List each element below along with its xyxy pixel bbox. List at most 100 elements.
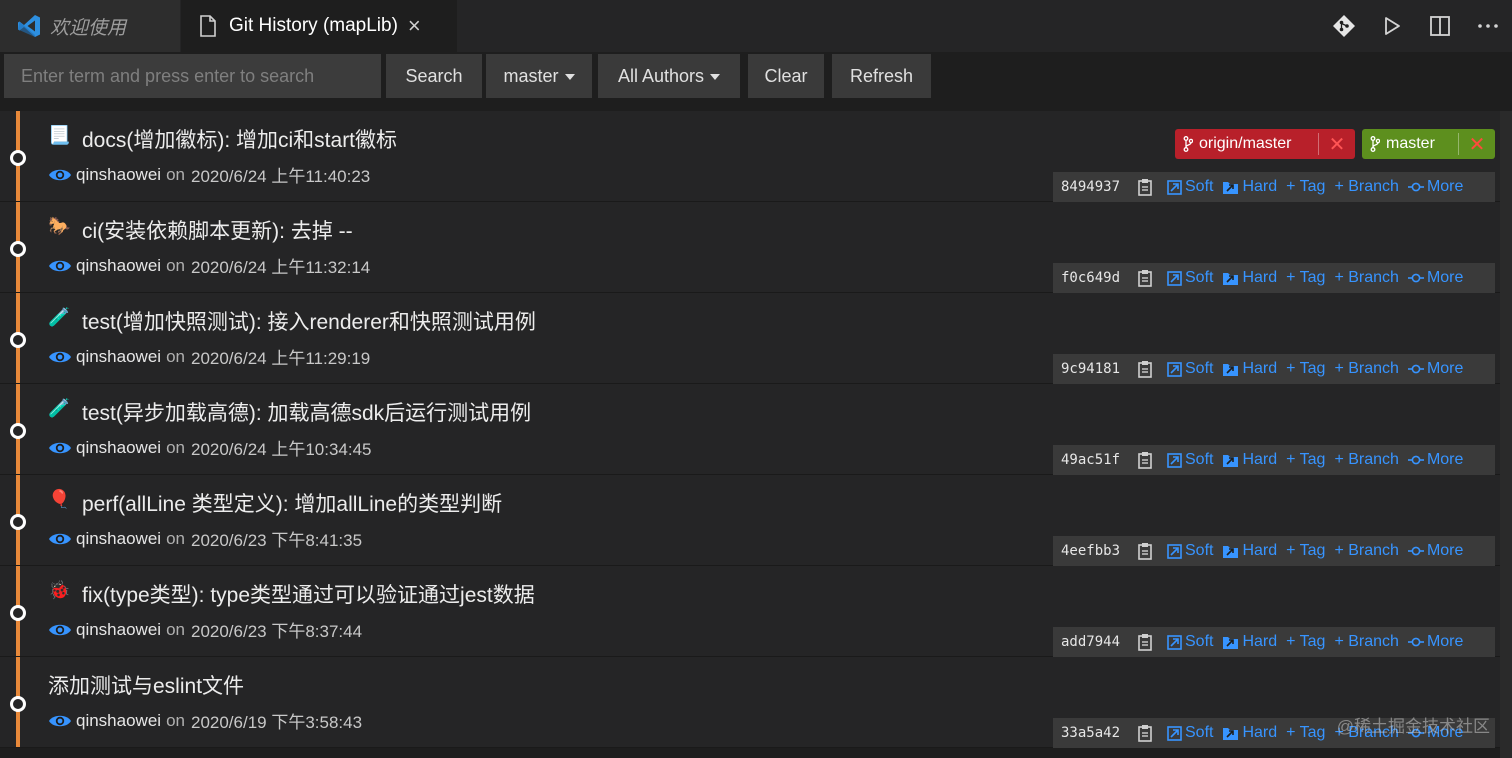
clipboard-icon[interactable] [1137,542,1153,560]
eye-icon[interactable] [48,622,72,638]
branch-dropdown[interactable]: master [486,54,592,98]
soft-reset-button[interactable]: Soft [1167,451,1213,469]
soft-reset-button[interactable]: Soft [1167,178,1213,196]
eye-icon[interactable] [48,440,72,456]
eye-icon[interactable] [48,349,72,365]
eye-icon[interactable] [48,167,72,183]
commit-row[interactable]: 🧪 test(增加快照测试): 接入renderer和快照测试用例 qinsha… [0,293,1500,384]
eye-icon[interactable] [48,258,72,274]
clipboard-icon[interactable] [1137,724,1153,742]
more-button[interactable]: More [1407,269,1463,287]
commit-hash[interactable]: 9c94181 [1061,361,1133,377]
ref-origin-label: origin/master [1199,135,1292,152]
commit-author[interactable]: qinshaowei [76,529,161,549]
ref-badge-origin-master[interactable]: origin/master ✕ [1175,129,1355,159]
tab-welcome[interactable]: 欢迎使用 [0,0,180,52]
hard-reset-button[interactable]: Hard [1222,178,1277,196]
more-button[interactable]: More [1407,178,1463,196]
hard-reset-button[interactable]: Hard [1222,724,1277,742]
ref-badge-master[interactable]: master ✕ [1362,129,1495,159]
commit-title[interactable]: docs(增加徽标): 增加ci和start徽标 [82,124,397,154]
commit-hash[interactable]: f0c649d [1061,270,1133,286]
hard-reset-button[interactable]: Hard [1222,633,1277,651]
soft-reset-button[interactable]: Soft [1167,269,1213,287]
clipboard-icon[interactable] [1137,178,1153,196]
search-input[interactable] [4,54,381,98]
tab-git-history[interactable]: Git History (mapLib) × [181,0,457,52]
hard-reset-button[interactable]: Hard [1222,360,1277,378]
commit-row[interactable]: 🐎 ci(安装依赖脚本更新): 去掉 -- qinshaowei on 2020… [0,202,1500,293]
soft-reset-button[interactable]: Soft [1167,360,1213,378]
more-button[interactable]: More [1407,633,1463,651]
more-button[interactable]: More [1407,360,1463,378]
hard-reset-button[interactable]: Hard [1222,269,1277,287]
split-editor-icon[interactable] [1416,0,1464,52]
authors-dropdown[interactable]: All Authors [598,54,740,98]
watermark: @稀土掘金技术社区 [1336,717,1490,736]
commit-author[interactable]: qinshaowei [76,711,161,731]
commit-row[interactable]: 📃 docs(增加徽标): 增加ci和start徽标 qinshaowei on… [0,111,1500,202]
commit-author[interactable]: qinshaowei [76,256,161,276]
add-tag-button[interactable]: + Tag [1286,269,1325,287]
commit-row[interactable]: 🎈 perf(allLine 类型定义): 增加allLine的类型判断 qin… [0,475,1500,566]
soft-reset-button[interactable]: Soft [1167,724,1213,742]
clipboard-icon[interactable] [1137,269,1153,287]
commit-title[interactable]: fix(type类型): type类型通过可以验证通过jest数据 [82,579,535,609]
clear-button[interactable]: Clear [748,54,824,98]
add-branch-button[interactable]: + Branch [1334,633,1398,651]
add-branch-button[interactable]: + Branch [1334,178,1398,196]
more-button[interactable]: More [1407,451,1463,469]
soft-reset-icon [1167,452,1182,468]
commit-hash[interactable]: add7944 [1061,634,1133,650]
add-tag-button[interactable]: + Tag [1286,360,1325,378]
commit-author[interactable]: qinshaowei [76,620,161,640]
scrollbar[interactable] [1500,111,1512,758]
add-branch-button[interactable]: + Branch [1334,269,1398,287]
close-icon[interactable]: × [408,15,421,37]
commit-hash[interactable]: 8494937 [1061,179,1133,195]
hard-reset-button[interactable]: Hard [1222,542,1277,560]
hard-reset-button[interactable]: Hard [1222,451,1277,469]
commit-hash[interactable]: 33a5a42 [1061,725,1133,741]
commit-author[interactable]: qinshaowei [76,347,161,367]
commit-meta: qinshaowei on 2020/6/24 上午11:32:14 [48,253,370,278]
add-branch-button[interactable]: + Branch [1334,360,1398,378]
on-label: on [166,346,185,366]
clipboard-icon[interactable] [1137,633,1153,651]
eye-icon[interactable] [48,713,72,729]
delete-ref-icon[interactable]: ✕ [1319,132,1355,157]
add-tag-button[interactable]: + Tag [1286,633,1325,651]
commit-title[interactable]: 添加测试与eslint文件 [48,670,244,700]
add-tag-button[interactable]: + Tag [1286,451,1325,469]
commit-author[interactable]: qinshaowei [76,165,161,185]
commit-row[interactable]: 🧪 test(异步加载高德): 加载高德sdk后运行测试用例 qinshaowe… [0,384,1500,475]
soft-reset-button[interactable]: Soft [1167,542,1213,560]
commit-title[interactable]: perf(allLine 类型定义): 增加allLine的类型判断 [82,488,502,518]
eye-icon[interactable] [48,531,72,547]
commit-title[interactable]: test(异步加载高德): 加载高德sdk后运行测试用例 [82,397,531,427]
commit-hash[interactable]: 4eefbb3 [1061,543,1133,559]
on-label: on [166,528,185,548]
graph-node [10,696,26,712]
commit-title[interactable]: test(增加快照测试): 接入renderer和快照测试用例 [82,306,536,336]
add-tag-button[interactable]: + Tag [1286,724,1325,742]
more-button[interactable]: More [1407,542,1463,560]
add-tag-button[interactable]: + Tag [1286,542,1325,560]
add-branch-button[interactable]: + Branch [1334,542,1398,560]
commit-row[interactable]: 🐞 fix(type类型): type类型通过可以验证通过jest数据 qins… [0,566,1500,657]
commit-author[interactable]: qinshaowei [76,438,161,458]
clipboard-icon[interactable] [1137,451,1153,469]
refresh-button[interactable]: Refresh [832,54,931,98]
commit-title[interactable]: ci(安装依赖脚本更新): 去掉 -- [82,215,353,245]
add-tag-button[interactable]: + Tag [1286,178,1325,196]
git-compare-icon[interactable] [1320,0,1368,52]
run-icon[interactable] [1368,0,1416,52]
soft-reset-button[interactable]: Soft [1167,633,1213,651]
more-actions-icon[interactable] [1464,0,1512,52]
commit-hash[interactable]: 49ac51f [1061,452,1133,468]
clipboard-icon[interactable] [1137,360,1153,378]
add-branch-button[interactable]: + Branch [1334,451,1398,469]
delete-ref-icon[interactable]: ✕ [1459,132,1495,157]
commit-row[interactable]: 添加测试与eslint文件 qinshaowei on 2020/6/19 下午… [0,657,1500,748]
search-button[interactable]: Search [386,54,482,98]
